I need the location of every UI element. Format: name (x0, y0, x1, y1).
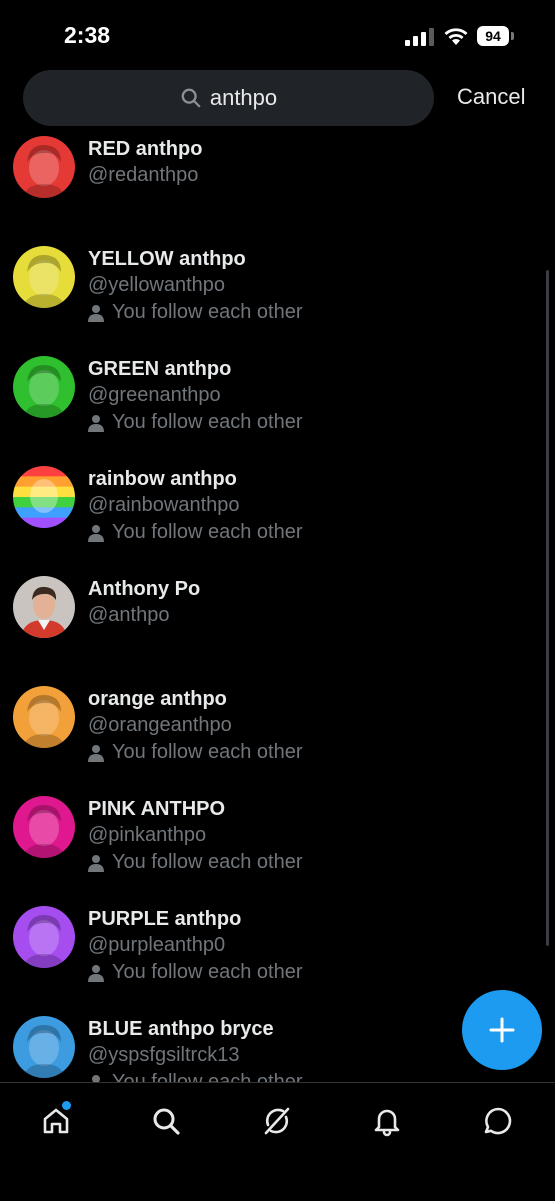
username: @rainbowanthpo (88, 494, 240, 516)
username: @yspsfgsiltrck13 (88, 1044, 240, 1066)
grok-icon (264, 1107, 290, 1135)
avatar (13, 1016, 75, 1078)
status-bar: 2:38 94 (0, 0, 555, 66)
display-name: orange anthpo (88, 688, 227, 710)
follow-status-text: You follow each other (112, 411, 303, 433)
search-icon (153, 1108, 180, 1135)
search-results-list: RED anthpo @redanthpo YELLOW anthpo @yel… (0, 128, 555, 1082)
person-icon (88, 524, 104, 542)
follow-status: You follow each other (88, 741, 303, 764)
display-name: GREEN anthpo (88, 358, 232, 380)
search-icon (181, 88, 201, 108)
bell-icon (374, 1109, 400, 1137)
avatar (13, 466, 75, 528)
person-icon (92, 1074, 100, 1082)
battery-icon: 94 (477, 26, 515, 46)
follow-status: You follow each other (88, 411, 303, 434)
follow-status-text: You follow each other (112, 1071, 303, 1082)
nav-notifications[interactable] (367, 1101, 407, 1141)
follow-status-text: You follow each other (112, 961, 303, 983)
user-result-row[interactable]: GREEN anthpo @greenanthpo You follow eac… (0, 348, 555, 458)
follow-status: You follow each other (88, 301, 303, 324)
person-icon (88, 744, 104, 762)
nav-messages[interactable] (478, 1101, 518, 1141)
user-result-row[interactable]: PINK ANTHPO @pinkanthpo You follow each … (0, 788, 555, 898)
avatar (13, 796, 75, 858)
user-result-row[interactable]: rainbow anthpo @rainbowanthpo You follow… (0, 458, 555, 568)
user-result-row[interactable]: Anthony Po @anthpo (0, 568, 555, 678)
nav-grok[interactable] (257, 1101, 297, 1141)
plus-icon (489, 1017, 515, 1043)
username: @anthpo (88, 604, 170, 626)
nav-search[interactable] (146, 1101, 186, 1141)
follow-status: You follow each other (88, 851, 303, 874)
person-icon (88, 414, 104, 432)
search-query: anthpo (209, 85, 278, 110)
search-input[interactable]: anthpo (23, 70, 434, 126)
bottom-nav (0, 1082, 555, 1201)
cancel-button[interactable]: Cancel (457, 84, 525, 110)
username: @greenanthpo (88, 384, 221, 406)
user-result-row[interactable]: RED anthpo @redanthpo (0, 128, 555, 238)
follow-status-text: You follow each other (112, 851, 303, 873)
person-icon (88, 854, 104, 872)
avatar (13, 686, 75, 748)
username: @orangeanthpo (88, 714, 232, 736)
username: @yellowanthpo (88, 274, 226, 296)
user-result-row[interactable]: YELLOW anthpo @yellowanthpo You follow e… (0, 238, 555, 348)
display-name: RED anthpo (88, 138, 203, 160)
search-header: anthpo Cancel (0, 70, 555, 128)
signal-icon (405, 28, 434, 46)
follow-status-text: You follow each other (112, 301, 303, 323)
avatar (13, 136, 75, 198)
status-time: 2:38 (64, 22, 111, 48)
follow-status-text: You follow each other (112, 741, 303, 763)
follow-status-text: You follow each other (112, 521, 303, 543)
battery-level: 94 (477, 26, 509, 46)
nav-home[interactable] (36, 1101, 76, 1141)
compose-button[interactable] (462, 990, 542, 1070)
display-name: BLUE anthpo bryce (88, 1018, 274, 1040)
scrollbar[interactable] (546, 270, 549, 946)
display-name: PINK ANTHPO (88, 798, 226, 820)
username: @redanthpo (88, 164, 199, 186)
avatar (13, 356, 75, 418)
display-name: YELLOW anthpo (88, 248, 246, 270)
follow-status: You follow each other (88, 1071, 303, 1082)
display-name: Anthony Po (88, 578, 201, 600)
avatar (13, 576, 75, 638)
follow-status: You follow each other (88, 961, 303, 984)
username: @purpleanthp0 (88, 934, 226, 956)
person-icon (88, 964, 104, 982)
follow-status: You follow each other (88, 521, 303, 544)
messages-icon (484, 1107, 512, 1135)
wifi-icon (444, 28, 468, 45)
avatar (13, 246, 75, 308)
user-result-row[interactable]: PURPLE anthpo @purpleanthp0 You follow e… (0, 898, 555, 1008)
display-name: rainbow anthpo (88, 468, 237, 490)
username: @pinkanthpo (88, 824, 207, 846)
user-result-row[interactable]: orange anthpo @orangeanthpo You follow e… (0, 678, 555, 788)
avatar (13, 906, 75, 968)
person-icon (88, 304, 104, 322)
display-name: PURPLE anthpo (88, 908, 242, 930)
notification-dot (62, 1101, 71, 1110)
